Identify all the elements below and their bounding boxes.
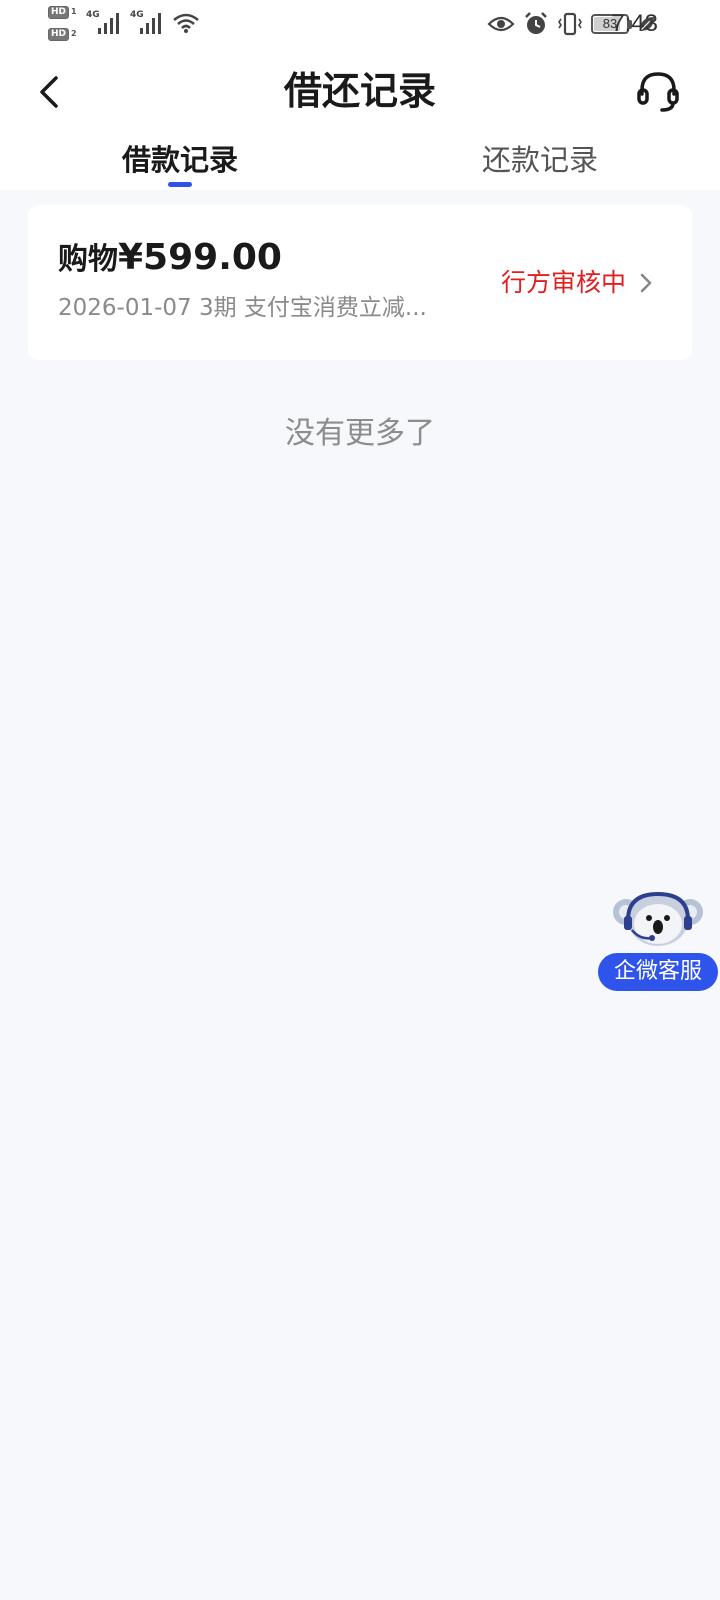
eye-icon	[487, 16, 515, 32]
page-title: 借还记录	[283, 69, 436, 113]
alarm-icon	[525, 12, 547, 34]
koala-headset-icon	[613, 891, 703, 946]
tab-borrow-records[interactable]: 借款记录	[90, 140, 270, 184]
wifi-icon	[173, 13, 199, 33]
nav-bar: 借还记录	[0, 50, 720, 134]
chevron-right-icon	[640, 273, 652, 293]
record-subtitle: 2026-01-07 3期 支付宝消费立减...	[58, 295, 427, 321]
hd-badge-sim2: HD 2	[48, 28, 82, 43]
record-tabs: 借款记录 还款记录	[0, 134, 720, 190]
active-tab-indicator	[168, 182, 192, 187]
clock: 7:43	[611, 10, 658, 37]
vibrate-icon	[558, 12, 582, 36]
record-title: 购物¥599.00	[58, 235, 282, 283]
record-status: 行方审核中	[500, 268, 626, 297]
floating-service-label: 企微客服	[598, 953, 718, 991]
record-amount: ¥599.00	[118, 237, 282, 278]
headset-icon	[637, 72, 679, 112]
floating-service-button[interactable]: 企微客服	[598, 890, 720, 1000]
tab-repay-records[interactable]: 还款记录	[450, 140, 630, 184]
signal-icon-2	[140, 13, 161, 34]
status-bar: HD 1 HD 2 4G 4G 83 7:43	[0, 0, 720, 50]
customer-service-button[interactable]	[636, 70, 680, 114]
signal-icon-1	[98, 13, 119, 34]
no-more-text: 没有更多了	[285, 416, 435, 451]
record-category: 购物	[58, 242, 118, 277]
loan-record-card[interactable]: 购物¥599.00 2026-01-07 3期 支付宝消费立减... 行方审核中	[28, 205, 692, 360]
hd-badge-sim1: HD 1	[48, 6, 82, 21]
